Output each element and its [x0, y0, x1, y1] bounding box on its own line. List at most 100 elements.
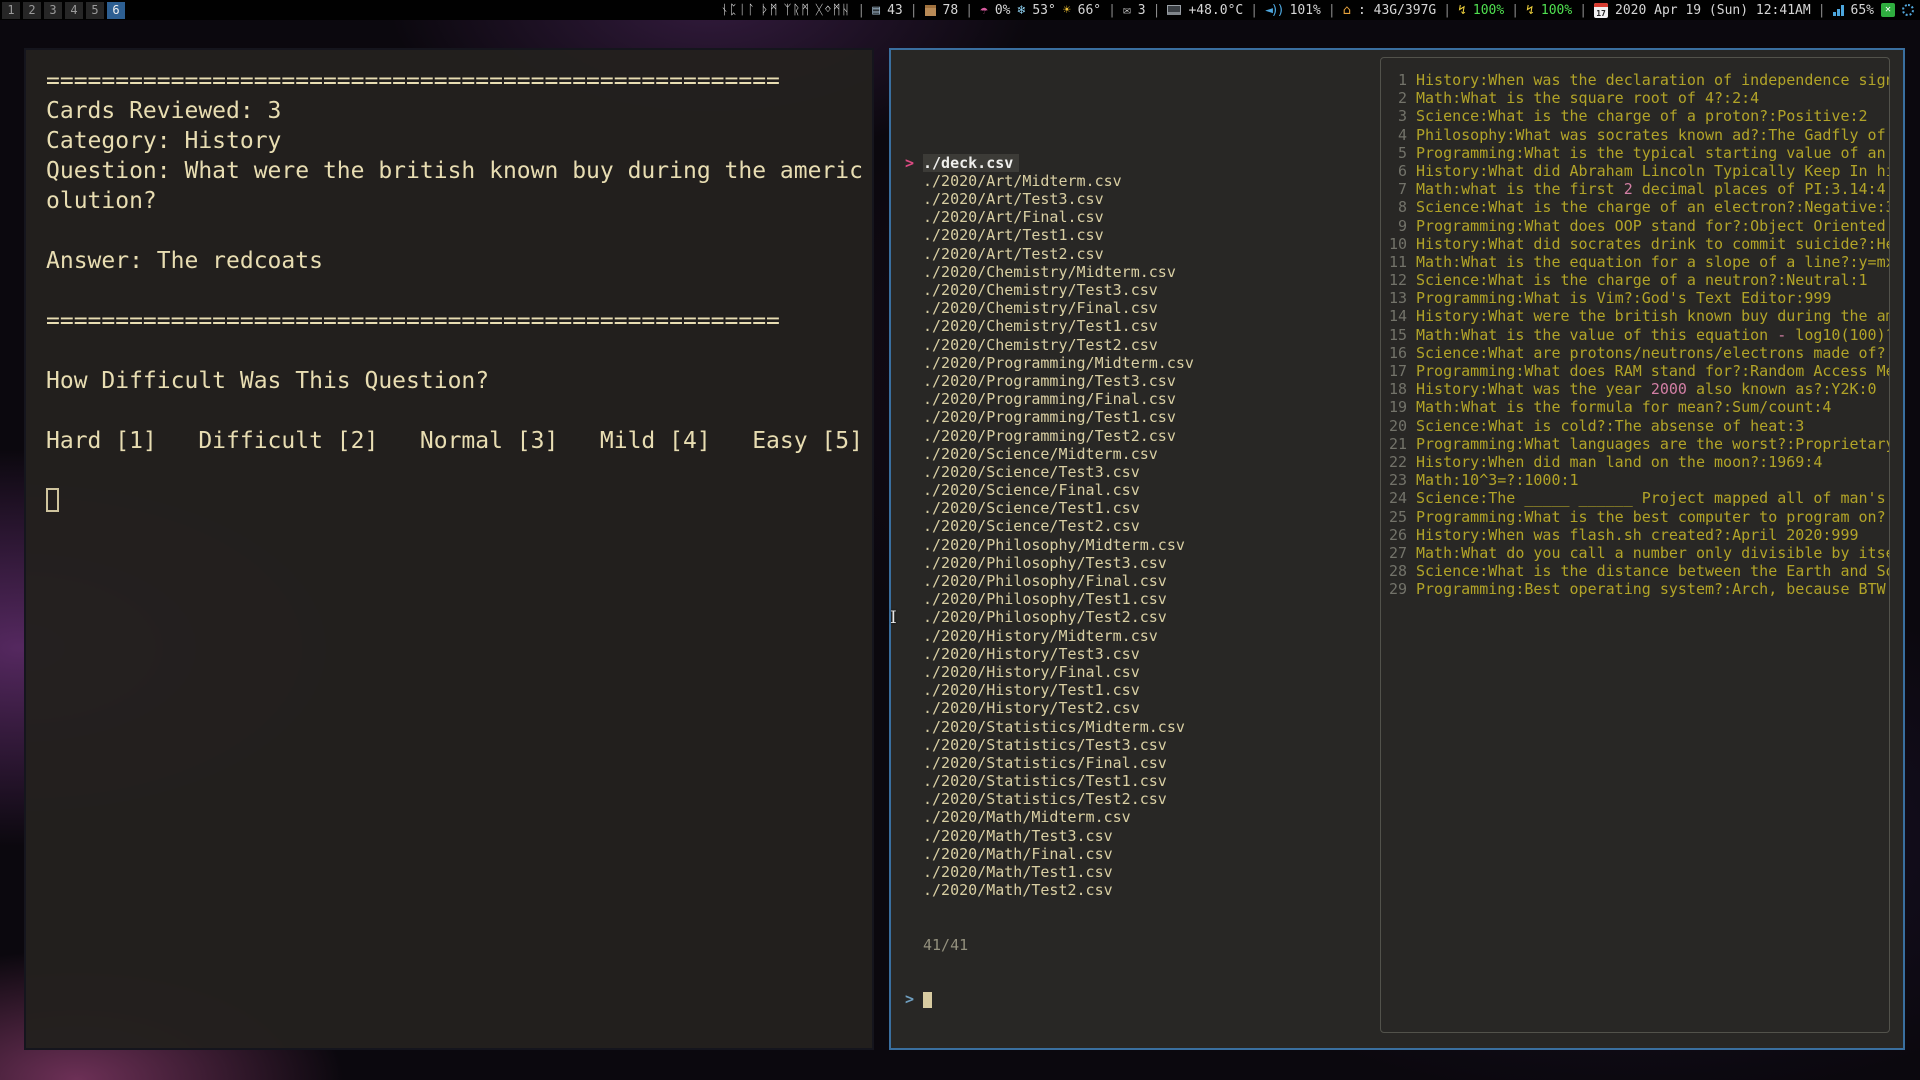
fzf-result-row[interactable]: ./2020/Science/Test3.csv	[905, 463, 1194, 481]
fzf-result-row[interactable]: ./2020/Statistics/Test2.csv	[905, 790, 1194, 808]
preview-text-segment: History:What did Abraham Lincoln Typical…	[1416, 162, 1890, 180]
fzf-result-row[interactable]: ./2020/Art/Final.csv	[905, 208, 1194, 226]
preview-line-number: 4	[1381, 126, 1407, 144]
package-count: 78	[943, 3, 959, 18]
fzf-pointer	[905, 427, 923, 445]
fzf-result-row[interactable]: ./2020/Philosophy/Final.csv	[905, 572, 1194, 590]
preview-line-text: History:What did socrates drink to commi…	[1416, 235, 1890, 253]
fzf-filename: ./deck.csv	[923, 154, 1019, 172]
preview-line-number: 22	[1381, 453, 1407, 471]
fzf-filename: ./2020/Math/Midterm.csv	[923, 808, 1131, 826]
fzf-result-row[interactable]: ./2020/Chemistry/Final.csv	[905, 299, 1194, 317]
workspace-button-6[interactable]: 6	[107, 2, 125, 19]
laptop-icon	[1167, 5, 1181, 15]
fzf-result-row[interactable]: ./2020/Art/Midterm.csv	[905, 172, 1194, 190]
fzf-result-row[interactable]: ./2020/Programming/Test1.csv	[905, 408, 1194, 426]
preview-line-number: 2	[1381, 89, 1407, 107]
preview-line: 6 History:What did Abraham Lincoln Typica…	[1381, 162, 1889, 180]
separator: |	[1579, 3, 1587, 18]
fzf-pointer	[905, 226, 923, 244]
fzf-result-row[interactable]: ./2020/Science/Test1.csv	[905, 499, 1194, 517]
workspace-button-4[interactable]: 4	[65, 2, 83, 19]
fzf-pointer	[905, 481, 923, 499]
preview-line-number: 6	[1381, 162, 1407, 180]
fzf-result-row[interactable]: ./2020/Chemistry/Test1.csv	[905, 317, 1194, 335]
fzf-pointer	[905, 445, 923, 463]
fzf-result-row[interactable]: ./2020/Chemistry/Midterm.csv	[905, 263, 1194, 281]
updates-ok-icon: ✕	[1881, 3, 1895, 17]
preview-line-number: 1	[1381, 71, 1407, 89]
fzf-result-row[interactable]: ./2020/Statistics/Midterm.csv	[905, 718, 1194, 736]
separator: |	[1328, 3, 1336, 18]
workspace-button-3[interactable]: 3	[44, 2, 62, 19]
workspace-button-5[interactable]: 5	[86, 2, 104, 19]
fzf-result-row[interactable]: ./2020/Statistics/Final.csv	[905, 754, 1194, 772]
fzf-result-row[interactable]: ./2020/Programming/Test2.csv	[905, 427, 1194, 445]
fzf-result-row[interactable]: ./2020/History/Midterm.csv	[905, 627, 1194, 645]
preview-line-number: 23	[1381, 471, 1407, 489]
fzf-result-row[interactable]: ./2020/Philosophy/Test2.csv	[905, 608, 1194, 626]
fzf-filename: ./2020/Statistics/Midterm.csv	[923, 718, 1185, 736]
fzf-filename: ./2020/Chemistry/Test3.csv	[923, 281, 1158, 299]
fzf-result-row[interactable]: ./2020/History/Final.csv	[905, 663, 1194, 681]
fzf-result-row[interactable]: ./2020/Math/Test2.csv	[905, 881, 1194, 899]
fzf-filename: ./2020/Programming/Test3.csv	[923, 372, 1176, 390]
fzf-result-row[interactable]: ./2020/Art/Test1.csv	[905, 226, 1194, 244]
fzf-result-row[interactable]: ./2020/Science/Test2.csv	[905, 517, 1194, 535]
disk-usage: : 43G/397G	[1358, 3, 1436, 18]
fzf-result-row[interactable]: ./2020/History/Test3.csv	[905, 645, 1194, 663]
fzf-result-row[interactable]: ./2020/Art/Test3.csv	[905, 190, 1194, 208]
fzf-pointer	[905, 263, 923, 281]
fzf-result-row[interactable]: ./2020/Math/Test1.csv	[905, 863, 1194, 881]
fzf-filename: ./2020/Statistics/Test2.csv	[923, 790, 1167, 808]
fzf-result-row[interactable]: ./2020/Philosophy/Midterm.csv	[905, 536, 1194, 554]
fzf-result-row[interactable]: ./2020/Programming/Test3.csv	[905, 372, 1194, 390]
fzf-terminal-window[interactable]: >./deck.csv ./2020/Art/Midterm.csv ./202…	[889, 48, 1905, 1050]
fzf-result-row[interactable]: ./2020/Philosophy/Test3.csv	[905, 554, 1194, 572]
workspace-list: 123456	[0, 0, 125, 20]
preview-line: 22History:When did man land on the moon?…	[1381, 453, 1889, 471]
fzf-prompt-row[interactable]: >	[905, 990, 1194, 1008]
fzf-result-row[interactable]: ./2020/Programming/Final.csv	[905, 390, 1194, 408]
fzf-result-row[interactable]: ./2020/History/Test2.csv	[905, 699, 1194, 717]
preview-text-segment: History:When was flash.sh created?:April…	[1416, 526, 1859, 544]
fzf-result-row[interactable]: ./2020/History/Test1.csv	[905, 681, 1194, 699]
fzf-prompt-symbol: >	[905, 990, 923, 1008]
battery-icon: ↯	[1526, 3, 1534, 18]
fzf-result-row[interactable]: ./2020/Science/Final.csv	[905, 481, 1194, 499]
calendar-icon: 17	[1594, 3, 1608, 18]
fzf-result-row[interactable]: ./2020/Math/Test3.csv	[905, 827, 1194, 845]
news-icon: ▤	[872, 3, 880, 18]
fzf-result-row[interactable]: ./2020/Philosophy/Test1.csv	[905, 590, 1194, 608]
flashcard-terminal-window[interactable]: ========================================…	[24, 48, 874, 1050]
fzf-result-row[interactable]: ./2020/Science/Midterm.csv	[905, 445, 1194, 463]
terminal-line: olution?	[46, 186, 872, 216]
fzf-pointer	[905, 881, 923, 899]
fzf-result-row[interactable]: ./2020/Chemistry/Test3.csv	[905, 281, 1194, 299]
fzf-result-row[interactable]: >./deck.csv	[905, 154, 1194, 172]
fzf-pointer	[905, 572, 923, 590]
cpu-temp: +48.0°C	[1188, 3, 1243, 18]
mail-count: 3	[1138, 3, 1146, 18]
preview-line-number: 20	[1381, 417, 1407, 435]
fzf-pointer	[905, 863, 923, 881]
fzf-result-row[interactable]: ./2020/Art/Test2.csv	[905, 245, 1194, 263]
preview-line: 24Science:The _____ ______ Project mappe…	[1381, 489, 1889, 507]
fzf-result-row[interactable]: ./2020/Chemistry/Test2.csv	[905, 336, 1194, 354]
fzf-filename: ./2020/History/Test3.csv	[923, 645, 1140, 663]
workspace-button-2[interactable]: 2	[23, 2, 41, 19]
fzf-result-row[interactable]: ./2020/Math/Final.csv	[905, 845, 1194, 863]
preview-text-segment: Science:What is the charge of an electro…	[1416, 198, 1890, 216]
fzf-result-row[interactable]: ./2020/Statistics/Test1.csv	[905, 772, 1194, 790]
preview-text-segment: Math:What is the square root of 4?:2:4	[1416, 89, 1759, 107]
datetime: 2020 Apr 19 (Sun) 12:41AM	[1615, 3, 1811, 18]
systray-app-icon[interactable]	[1902, 4, 1914, 16]
fzf-pointer	[905, 772, 923, 790]
workspace-button-1[interactable]: 1	[2, 2, 20, 19]
fzf-result-row[interactable]: ./2020/Programming/Midterm.csv	[905, 354, 1194, 372]
fzf-result-list: >./deck.csv ./2020/Art/Midterm.csv ./202…	[905, 117, 1194, 1045]
terminal-line: ========================================…	[46, 306, 872, 336]
fzf-result-row[interactable]: ./2020/Math/Midterm.csv	[905, 808, 1194, 826]
fzf-result-row[interactable]: ./2020/Statistics/Test3.csv	[905, 736, 1194, 754]
runic-date-widget: ᚾᛈᛁᛚ ᚦᛗ ᛉᚱᛗ ᚷᛜᛗᚺ	[721, 3, 851, 18]
